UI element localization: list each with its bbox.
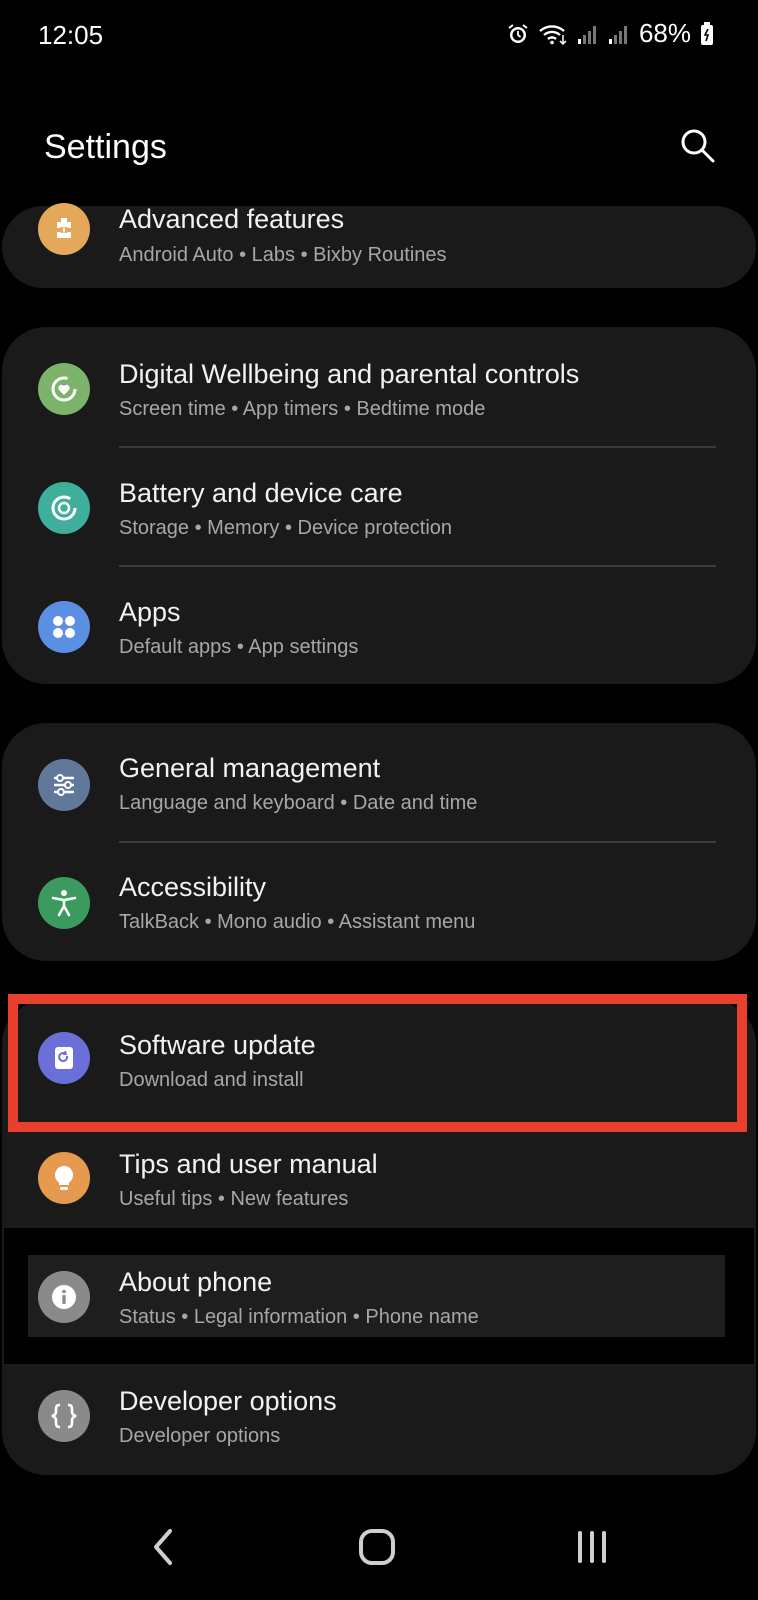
- item-title: About phone: [119, 1267, 273, 1297]
- item-title: Developer options: [119, 1386, 337, 1416]
- status-icons: 68%: [507, 18, 714, 49]
- search-icon: [681, 129, 715, 163]
- software-update-highlight: [8, 994, 747, 1132]
- item-subtitle: Useful tips • New features: [119, 1188, 349, 1210]
- puzzle-icon: [38, 203, 90, 255]
- item-title: Battery and device care: [119, 478, 403, 508]
- home-icon: [359, 1529, 395, 1565]
- device-care-icon: [38, 482, 90, 534]
- settings-card-general: General management Language and keyboard…: [2, 723, 756, 961]
- battery-percent: 68%: [638, 18, 691, 48]
- status-bar: 12:05 68%: [0, 0, 758, 72]
- signal-icon-2: [608, 23, 630, 45]
- wifi-icon: [538, 23, 568, 45]
- info-icon: [38, 1271, 90, 1323]
- braces-icon: [38, 1390, 90, 1442]
- settings-item-about-phone[interactable]: About phone Status • Legal information •…: [2, 1237, 756, 1355]
- status-time: 12:05: [38, 20, 104, 50]
- item-subtitle: Default apps • App settings: [119, 636, 359, 658]
- recents-button[interactable]: [574, 1527, 610, 1567]
- home-button[interactable]: [357, 1527, 397, 1567]
- recents-icon: [578, 1531, 606, 1563]
- item-title: Accessibility: [119, 872, 267, 902]
- settings-item-advanced-features[interactable]: Advanced features Android Auto • Labs • …: [2, 170, 756, 288]
- item-title: Digital Wellbeing and parental controls: [119, 359, 580, 389]
- signal-icon-1: [577, 23, 599, 45]
- item-title: Advanced features: [119, 204, 345, 234]
- apps-grid-icon: [38, 601, 90, 653]
- settings-item-digital-wellbeing[interactable]: Digital Wellbeing and parental controls …: [2, 327, 756, 445]
- battery-icon: [700, 21, 714, 46]
- settings-card-advanced: Advanced features Android Auto • Labs • …: [2, 203, 756, 288]
- search-button[interactable]: [678, 126, 718, 166]
- page-title: Settings: [44, 128, 167, 166]
- item-title: General management: [119, 753, 381, 783]
- item-title: Tips and user manual: [119, 1149, 378, 1179]
- item-subtitle: Developer options: [119, 1425, 281, 1447]
- item-subtitle: Storage • Memory • Device protection: [119, 517, 453, 539]
- wellbeing-icon: [38, 363, 90, 415]
- alarm-icon: [507, 23, 529, 45]
- item-subtitle: Android Auto • Labs • Bixby Routines: [119, 244, 447, 266]
- item-subtitle: Language and keyboard • Date and time: [119, 792, 478, 814]
- back-icon: [154, 1529, 172, 1565]
- settings-item-apps[interactable]: Apps Default apps • App settings: [2, 566, 756, 684]
- item-subtitle: Status • Legal information • Phone name: [119, 1306, 479, 1328]
- accessibility-icon: [38, 877, 90, 929]
- lightbulb-icon: [38, 1152, 90, 1204]
- settings-card-wellbeing: Digital Wellbeing and parental controls …: [2, 327, 756, 684]
- settings-item-battery-device-care[interactable]: Battery and device care Storage • Memory…: [2, 447, 756, 565]
- settings-item-general-management[interactable]: General management Language and keyboard…: [2, 723, 756, 841]
- settings-item-tips-user-manual[interactable]: Tips and user manual Useful tips • New f…: [2, 1119, 756, 1237]
- settings-item-accessibility[interactable]: Accessibility TalkBack • Mono audio • As…: [2, 842, 756, 960]
- back-button[interactable]: [146, 1527, 180, 1567]
- item-subtitle: TalkBack • Mono audio • Assistant menu: [119, 911, 476, 933]
- sliders-icon: [38, 759, 90, 811]
- item-title: Apps: [119, 597, 181, 627]
- settings-item-developer-options[interactable]: Developer options Developer options: [2, 1356, 756, 1474]
- navigation-bar: [0, 1505, 758, 1600]
- item-subtitle: Screen time • App timers • Bedtime mode: [119, 398, 486, 420]
